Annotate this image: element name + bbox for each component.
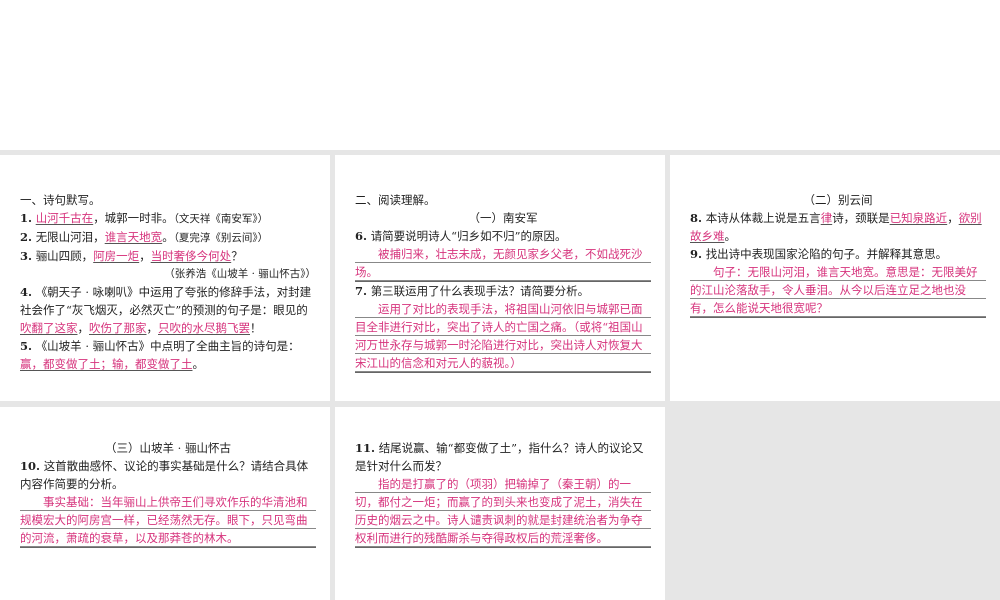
panel-reading-lishan-cont: 11. 结尾说赢、输“都变做了土”，指什么？诗人的议论又是针对什么而发？ 指的是… [335,407,665,600]
answer-block: 运用了对比的表现手法，将祖国山河依旧与城郭已面目全非进行对比，突出了诗人的亡国之… [355,300,651,373]
source-citation: （夏完淳《别云间》） [173,232,269,244]
sub-title-lishan: （三）山坡羊 · 骊山怀古 [105,441,231,455]
question-text: 骊山四顾， [35,249,94,263]
question-text: 《朝天子 · 咏喇叭》中运用了夸张的修辞手法，对封建社会作了“灰飞烟灭，必然灭亡… [20,285,312,317]
question-1: 1. 山河千古在，城郭一时非。（文天祥《南安军》） [20,211,269,225]
sub-title-bieyunjian: （二）别云间 [803,193,873,207]
section-title-recitation: 一、诗句默写。 [20,193,101,207]
answer-fill: 赢，都变做了土；输，都变做了土 [20,357,193,371]
question-text: 无限山河泪， [35,230,105,244]
question-5: 5. 《山坡羊 · 骊山怀古》中点明了全曲主旨的诗句是：赢，都变做了土；输，都变… [20,339,300,371]
answer-block: 句子：无限山河泪，谁言天地宽。意思是：无限美好的江山沦落敌手，令人垂泪。从今以后… [690,263,986,318]
question-text: 《山坡羊 · 骊山怀古》中点明了全曲主旨的诗句是： [35,339,300,353]
answer-block: 事实基础：当年骊山上供帝王们寻欢作乐的华清池和规模宏大的阿房宫一样，已经荡然无存… [20,493,316,548]
question-text: 找出诗中表现国家沦陷的句子。并解释其意思。 [705,247,948,261]
question-7: 7. 第三联运用了什么表现手法？请简要分析。 [355,284,590,298]
answer-fill: 已知泉路近 [889,211,948,225]
answer-fill: 吹伤了那家 [89,321,147,335]
question-number: 1 [20,211,29,225]
question-11: 11. 结尾说赢、输“都变做了土”，指什么？诗人的议论又是针对什么而发？ [355,441,644,473]
question-number: 4 [20,285,29,299]
question-9: 9. 找出诗中表现国家沦陷的句子。并解释其意思。 [690,247,948,261]
question-number: 6 [355,229,364,243]
answer-fill: 律 [820,211,833,225]
question-text: 。 [192,357,205,371]
question-number: 8 [690,211,699,225]
question-number: 11 [355,441,372,455]
question-text: 诗，颈联是 [832,211,890,225]
source-citation: （张养浩《山坡羊 · 骊山怀古》） [164,268,316,280]
sub-title-nananjun: （一）南安军 [468,211,538,225]
panel-poem-recitation: 一、诗句默写。 1. 山河千古在，城郭一时非。（文天祥《南安军》） 2. 无限山… [0,155,330,401]
question-number: 10 [20,459,37,473]
question-2: 2. 无限山河泪，谁言天地宽。（夏完淳《别云间》） [20,230,269,244]
answer-block: 被捕归来，壮志未成，无颜见家乡父老，不如战死沙场。 [355,245,651,282]
question-number: 7 [355,284,364,298]
question-number: 3 [20,249,29,263]
question-10: 10. 这首散曲感怀、议论的事实基础是什么？请结合具体内容作简要的分析。 [20,459,309,491]
question-3: 3. 骊山四顾，阿房一炬，当时奢侈今何处？ [20,249,243,263]
question-6: 6. 请简要说明诗人“归乡如不归”的原因。 [355,229,567,243]
panel-empty [670,407,1000,600]
panel-reading-nananjun: 二、阅读理解。 （一）南安军 6. 请简要说明诗人“归乡如不归”的原因。 被捕归… [335,155,665,401]
question-text: 请简要说明诗人“归乡如不归”的原因。 [370,229,567,243]
question-text: 。 [724,229,737,243]
question-text: ？ [231,249,243,263]
question-text: 这首散曲感怀、议论的事实基础是什么？请结合具体内容作简要的分析。 [20,459,309,491]
question-text: ， [146,321,159,335]
source-citation: （文天祥《南安军》） [173,213,269,225]
answer-fill: 吹翻了这家 [20,321,78,335]
question-text: ！ [250,321,262,335]
answer-fill: 当时奢侈今何处 [150,249,232,263]
answer-fill: 山河千古在 [35,211,94,225]
question-text: 结尾说赢、输“都变做了土”，指什么？诗人的议论又是针对什么而发？ [355,441,644,473]
question-text: ， [947,211,959,225]
question-number: 9 [690,247,699,261]
question-text: ， [139,249,151,263]
panel-reading-bieyunjian: （二）别云间 8. 本诗从体裁上说是五言律诗，颈联是已知泉路近，欲别故乡难。 9… [670,155,1000,401]
question-text: 。 [162,230,174,244]
panel-reading-lishan: （三）山坡羊 · 骊山怀古 10. 这首散曲感怀、议论的事实基础是什么？请结合具… [0,407,330,600]
section-title-reading: 二、阅读理解。 [355,193,436,207]
question-8: 8. 本诗从体裁上说是五言律诗，颈联是已知泉路近，欲别故乡难。 [690,211,982,243]
question-text: 本诗从体裁上说是五言 [705,211,821,225]
answer-fill: 阿房一炬 [93,249,140,263]
answer-block: 指的是打赢了的（项羽）把输掉了（秦王朝）的一切，都付之一炬；而赢了的到头来也变成… [355,475,651,548]
question-text: ，城郭一时非。 [93,211,174,225]
question-text: ， [77,321,90,335]
question-number: 5 [20,339,29,353]
answer-fill: 只吹的水尽鹅飞罢 [158,321,250,335]
answer-fill: 谁言天地宽 [104,230,163,244]
question-4: 4. 《朝天子 · 咏喇叭》中运用了夸张的修辞手法，对封建社会作了“灰飞烟灭，必… [20,285,312,335]
question-number: 2 [20,230,29,244]
question-text: 第三联运用了什么表现手法？请简要分析。 [370,284,590,298]
